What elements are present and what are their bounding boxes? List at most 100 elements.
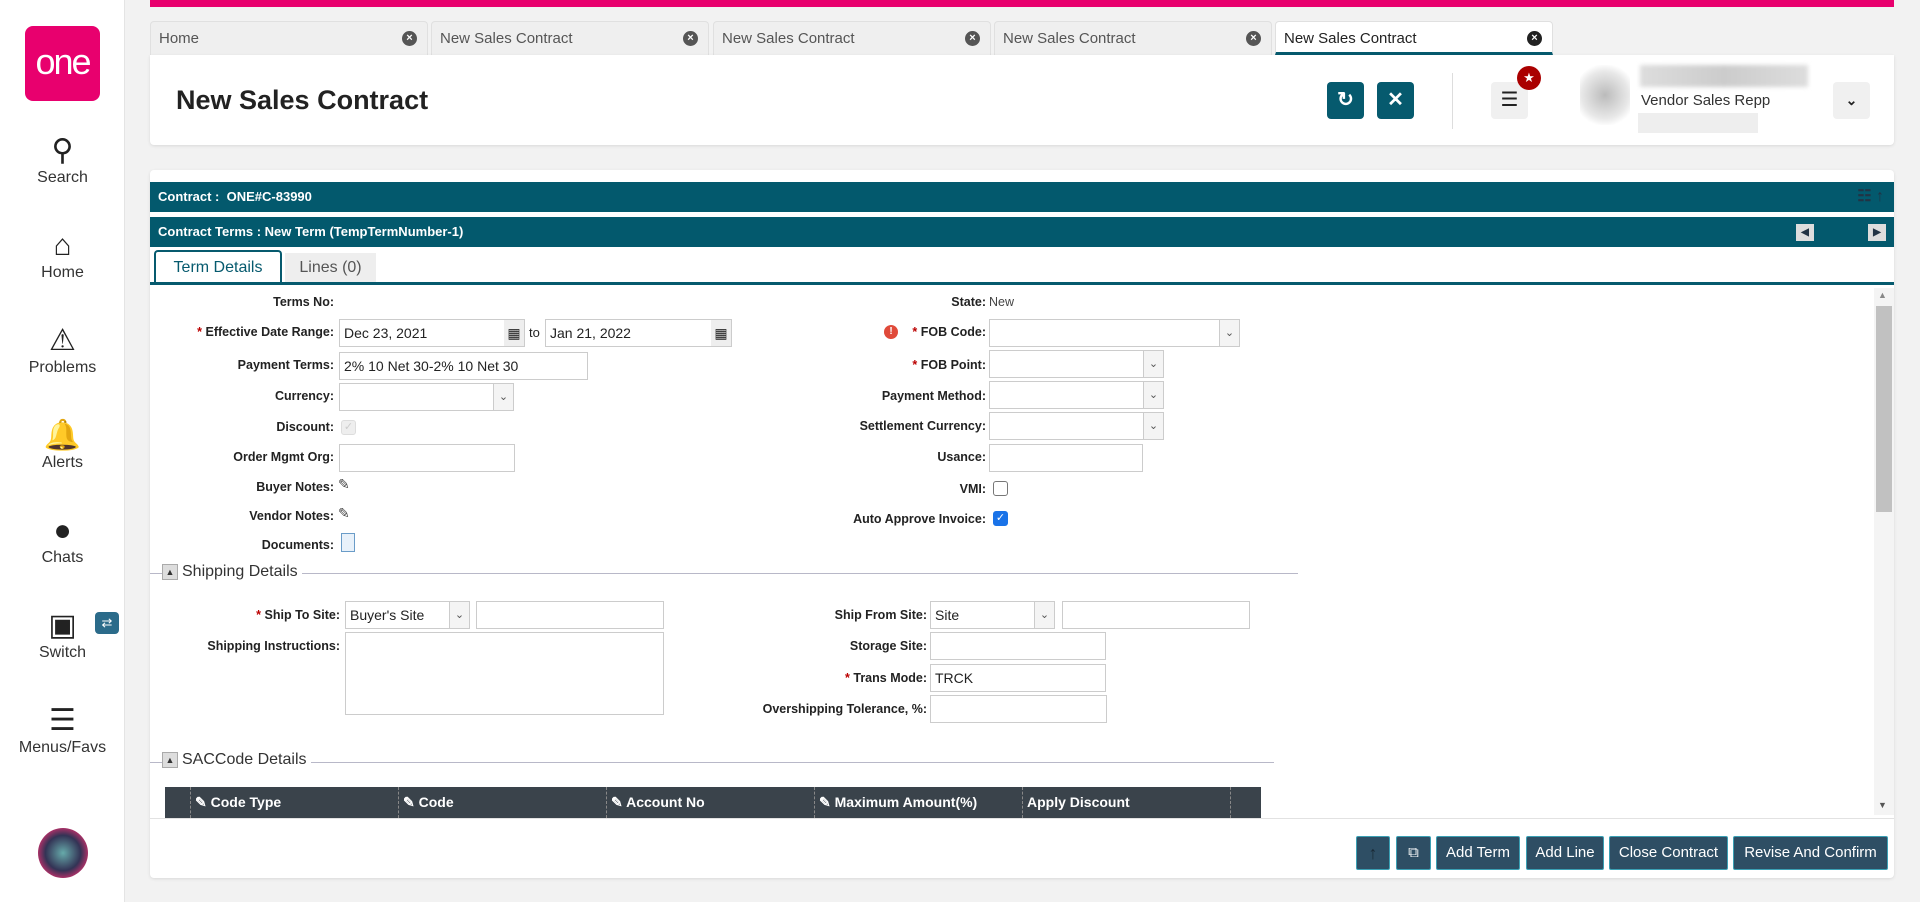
add-term-button[interactable]: Add Term	[1436, 836, 1520, 870]
tab-new-sales-contract[interactable]: New Sales Contract ×	[431, 21, 709, 55]
to-label: to	[529, 325, 540, 340]
order-mgmt-org-input[interactable]	[339, 444, 515, 472]
fob-point-select[interactable]: ⌄	[989, 350, 1164, 378]
ship-from-site-select[interactable]: Site ⌄	[930, 601, 1055, 629]
contract-number: ONE#C-83990	[226, 189, 312, 204]
calendar-icon[interactable]: ▦	[504, 320, 524, 346]
tab-new-sales-contract[interactable]: New Sales Contract ×	[994, 21, 1272, 55]
copy-button[interactable]: ⧉	[1396, 836, 1431, 870]
calendar-icon[interactable]: ▦	[711, 320, 731, 346]
collapse-icon[interactable]: ▲	[162, 563, 178, 580]
close-tab-icon[interactable]: ×	[683, 31, 698, 46]
sidebar-item-problems[interactable]: ⚠ Problems	[0, 323, 125, 377]
tab-lines[interactable]: Lines (0)	[285, 253, 376, 283]
fob-code-select[interactable]: ⌄	[989, 319, 1240, 347]
currency-select[interactable]: ⌄	[339, 383, 514, 411]
ship-to-site-select[interactable]: Buyer's Site ⌄	[345, 601, 470, 629]
ship-to-site-input[interactable]	[476, 601, 664, 629]
section-divider	[150, 573, 1298, 574]
column-header-code[interactable]: ✎ Code	[398, 787, 606, 818]
vertical-scrollbar[interactable]: ▲ ▼	[1874, 288, 1894, 815]
settlement-currency-select[interactable]: ⌄	[989, 412, 1164, 440]
close-tab-icon[interactable]: ×	[1246, 31, 1261, 46]
effective-to-input[interactable]: Jan 21, 2022	[545, 319, 732, 347]
payment-method-select[interactable]: ⌄	[989, 381, 1164, 409]
edit-icon: ✎	[403, 794, 415, 810]
sidebar-item-home[interactable]: ⌂ Home	[0, 228, 125, 282]
payment-terms-label: Payment Terms:	[237, 358, 334, 372]
auto-approve-invoice-checkbox[interactable]: ✓	[993, 511, 1008, 526]
edit-icon: ✎	[611, 794, 623, 810]
sidebar-item-search[interactable]: ⚲ Search	[0, 133, 125, 187]
tab-new-sales-contract[interactable]: New Sales Contract ×	[713, 21, 991, 55]
effective-date-label: * Effective Date Range:	[150, 325, 334, 339]
column-header-code-type[interactable]: ✎ Code Type	[190, 787, 398, 818]
overshipping-tolerance-input[interactable]	[930, 695, 1107, 723]
vmi-checkbox[interactable]	[993, 481, 1008, 496]
document-icon[interactable]	[341, 533, 355, 552]
collapse-icon[interactable]: ▲	[162, 751, 178, 768]
saccode-details-header[interactable]: ▲ SACCode Details	[162, 751, 311, 769]
shipping-details-header[interactable]: ▲ Shipping Details	[162, 563, 302, 581]
ship-from-site-input[interactable]	[1062, 601, 1250, 629]
contract-terms-bar: Contract Terms : New Term (TempTermNumbe…	[150, 217, 1894, 247]
label-text: Trans Mode:	[853, 671, 927, 685]
page-title: New Sales Contract	[176, 85, 429, 115]
trans-mode-label: * Trans Mode:	[700, 671, 927, 685]
sidebar-item-alerts[interactable]: 🔔 Alerts	[0, 418, 125, 472]
add-line-button[interactable]: Add Line	[1526, 836, 1604, 870]
payment-terms-input[interactable]: 2% 10 Net 30-2% 10 Net 30	[339, 352, 588, 380]
user-avatar[interactable]	[38, 828, 88, 878]
revise-and-confirm-button[interactable]: Revise And Confirm	[1733, 836, 1888, 870]
section-title: SACCode Details	[182, 751, 307, 768]
refresh-button[interactable]: ↻	[1327, 82, 1364, 119]
discount-checkbox[interactable]: ✓	[341, 420, 356, 435]
scroll-down-icon[interactable]: ▼	[1878, 800, 1887, 810]
overshipping-tolerance-label: Overshipping Tolerance, %:	[762, 702, 927, 716]
user-photo	[1580, 65, 1630, 125]
user-dropdown-button[interactable]: ⌄	[1833, 82, 1870, 119]
close-tab-icon[interactable]: ×	[1527, 31, 1542, 46]
tab-label: New Sales Contract	[722, 30, 855, 47]
tab-term-details[interactable]: Term Details	[154, 250, 282, 284]
tab-home[interactable]: Home ×	[150, 21, 428, 55]
trans-mode-input[interactable]: TRCK	[930, 664, 1106, 692]
prev-term-button[interactable]: ◀	[1796, 224, 1814, 241]
chat-icon: ●	[53, 514, 72, 547]
column-header-apply-discount[interactable]: Apply Discount	[1022, 787, 1231, 818]
close-page-button[interactable]: ✕	[1377, 82, 1414, 119]
column-header-maximum-amount[interactable]: ✎ Maximum Amount(%)	[814, 787, 1022, 818]
search-icon: ⚲	[51, 134, 74, 167]
shipping-instructions-textarea[interactable]	[345, 632, 664, 715]
required-marker: *	[845, 671, 850, 685]
tab-new-sales-contract-active[interactable]: New Sales Contract ×	[1275, 21, 1553, 55]
effective-from-input[interactable]: Dec 23, 2021	[339, 319, 525, 347]
scroll-top-button[interactable]: ↑	[1356, 836, 1390, 870]
edit-vendor-notes-icon[interactable]: ✎	[338, 505, 350, 522]
scrollbar-thumb[interactable]	[1876, 306, 1892, 512]
ship-to-site-label: * Ship To Site:	[150, 608, 340, 622]
sidebar-item-menus[interactable]: ☰ Menus/Favs	[0, 703, 125, 757]
sidebar-item-chats[interactable]: ● Chats	[0, 513, 125, 567]
usance-input[interactable]	[989, 444, 1143, 472]
hierarchy-icon[interactable]: ☷ ↑	[1857, 182, 1884, 212]
warning-icon: ⚠	[49, 324, 76, 357]
close-tab-icon[interactable]: ×	[402, 31, 417, 46]
label-text: FOB Code:	[920, 325, 986, 339]
close-contract-button[interactable]: Close Contract	[1609, 836, 1728, 870]
storage-site-input[interactable]	[930, 632, 1106, 660]
favorite-star-icon[interactable]: ★	[1517, 66, 1541, 90]
tab-label: New Sales Contract	[1284, 30, 1417, 47]
chevron-down-icon: ⌄	[1034, 602, 1054, 628]
scroll-up-icon[interactable]: ▲	[1878, 290, 1887, 300]
close-tab-icon[interactable]: ×	[965, 31, 980, 46]
chevron-down-icon: ⌄	[1219, 320, 1239, 346]
contract-label: Contract :	[158, 189, 220, 204]
column-header-account-no[interactable]: ✎ Account No	[606, 787, 814, 818]
chevron-down-icon: ⌄	[1143, 351, 1163, 377]
app-logo[interactable]: one	[25, 26, 100, 101]
edit-buyer-notes-icon[interactable]: ✎	[338, 476, 350, 493]
next-term-button[interactable]: ▶	[1868, 224, 1886, 241]
sidebar-label: Problems	[28, 359, 97, 376]
state-label: State:	[951, 295, 986, 309]
